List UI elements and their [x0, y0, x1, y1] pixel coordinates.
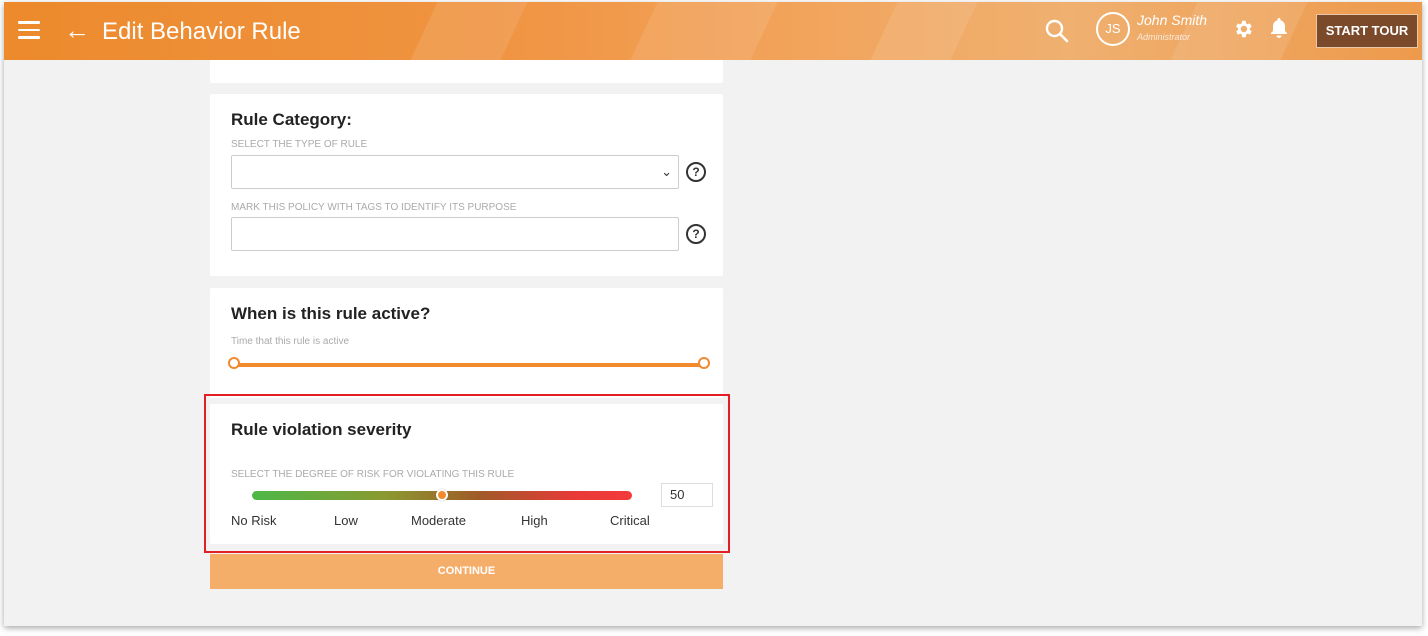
search-icon[interactable]	[1044, 18, 1070, 44]
help-icon[interactable]: ?	[686, 224, 706, 244]
header-facet	[410, 2, 528, 60]
arrow-left-icon[interactable]: ←	[64, 16, 90, 44]
rule-category-title: Rule Category:	[231, 110, 352, 129]
help-icon[interactable]: ?	[686, 162, 706, 182]
header-facet	[630, 2, 778, 60]
rule-active-title: When is this rule active?	[231, 304, 431, 323]
page-title: Edit Behavior Rule	[102, 18, 301, 45]
time-range-start-handle[interactable]	[228, 357, 240, 369]
avatar[interactable]: JS	[1096, 12, 1130, 46]
top-app-bar: ← Edit Behavior Rule JS John Smith Admin…	[4, 2, 1422, 60]
rule-type-select[interactable]: ⌄	[231, 155, 679, 189]
previous-section-card	[210, 60, 723, 83]
rule-active-card: When is this rule active? Time that this…	[210, 288, 723, 398]
user-role: Administrator	[1137, 32, 1191, 42]
rule-active-help-text: Time that this rule is active	[231, 336, 350, 347]
header-facet	[870, 2, 978, 60]
start-tour-button[interactable]: START TOUR	[1316, 14, 1418, 48]
gear-icon[interactable]	[1232, 18, 1254, 40]
time-range-end-handle[interactable]	[698, 357, 710, 369]
rule-type-label: SELECT THE TYPE OF RULE	[231, 139, 368, 150]
highlight-frame	[204, 394, 730, 553]
time-range-track[interactable]	[234, 363, 704, 367]
rule-category-card: Rule Category: SELECT THE TYPE OF RULE ⌄…	[210, 94, 723, 276]
continue-button[interactable]: CONTINUE	[210, 554, 723, 589]
chevron-down-icon: ⌄	[661, 164, 672, 179]
tags-label: MARK THIS POLICY WITH TAGS TO IDENTIFY I…	[231, 202, 517, 213]
bell-icon[interactable]	[1269, 16, 1289, 40]
hamburger-menu-icon[interactable]	[18, 21, 40, 39]
tags-input[interactable]	[231, 217, 679, 251]
app-window: ← Edit Behavior Rule JS John Smith Admin…	[4, 2, 1422, 626]
user-name[interactable]: John Smith	[1137, 12, 1207, 28]
